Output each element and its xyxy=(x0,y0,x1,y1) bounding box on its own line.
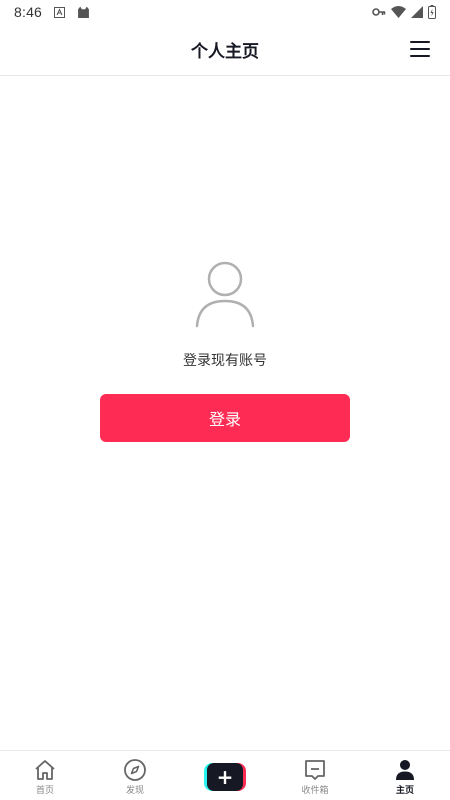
profile-icon xyxy=(396,760,414,780)
menu-line xyxy=(410,48,430,50)
page-title: 个人主页 xyxy=(191,42,259,62)
tab-label: 收件箱 xyxy=(301,786,329,796)
login-prompt: 登录现有账号 xyxy=(183,353,267,369)
tab-discover[interactable]: 发现 xyxy=(90,751,180,800)
bottom-tab-bar: 首页 发现 + 收件箱 主页 xyxy=(0,750,450,800)
user-outline-icon xyxy=(195,261,255,328)
signal-icon xyxy=(411,6,423,18)
wifi-icon xyxy=(391,6,406,18)
hamburger-menu-icon[interactable] xyxy=(410,41,430,59)
tab-label: 主页 xyxy=(395,786,414,796)
a-box-icon xyxy=(54,6,66,18)
create-plus-icon: + xyxy=(204,763,246,791)
battery-icon xyxy=(428,5,436,19)
tab-label: 首页 xyxy=(35,786,54,796)
header: 个人主页 xyxy=(0,24,450,76)
home-icon xyxy=(35,760,55,780)
cat-icon xyxy=(78,6,89,18)
status-time: 8:46 xyxy=(14,4,43,20)
tab-label: 发现 xyxy=(125,786,144,796)
menu-line xyxy=(410,55,430,57)
tab-inbox[interactable]: 收件箱 xyxy=(270,751,360,800)
compass-icon xyxy=(124,759,146,781)
menu-line xyxy=(410,41,430,43)
status-left: 8:46 xyxy=(14,4,90,20)
tab-profile[interactable]: 主页 xyxy=(360,751,450,800)
key-icon xyxy=(372,8,386,16)
tab-home[interactable]: 首页 xyxy=(0,751,90,800)
login-button[interactable]: 登录 xyxy=(100,394,350,442)
status-right xyxy=(372,5,436,19)
status-bar: 8:46 xyxy=(0,0,450,24)
inbox-icon xyxy=(305,760,325,780)
tab-create[interactable]: + xyxy=(180,751,270,800)
